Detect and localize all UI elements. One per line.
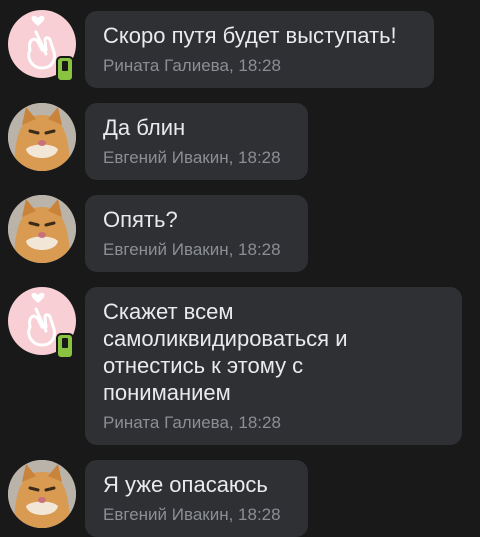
message-meta: Рината Галиева, 18:28 (103, 56, 281, 75)
message-text: Да блин (103, 115, 186, 140)
message-meta: Евгений Ивакин, 18:28 (103, 148, 281, 167)
cat-photo (8, 460, 76, 528)
message-text: Опять? (103, 207, 178, 232)
mobile-online-icon (56, 333, 74, 359)
cat-photo (8, 103, 76, 171)
message-meta: Евгений Ивакин, 18:28 (103, 505, 281, 524)
message-bubble[interactable]: Скажет всем самоликвидироваться и отнест… (85, 287, 462, 445)
message-text: Скажет всем самоликвидироваться и отнест… (103, 299, 348, 405)
message-bubble[interactable]: Я уже опасаюсь Евгений Ивакин, 18:28 (85, 460, 308, 537)
message-meta: Евгений Ивакин, 18:28 (103, 240, 281, 259)
mobile-online-icon (56, 56, 74, 82)
cat-photo (8, 195, 76, 263)
message-bubble[interactable]: Да блин Евгений Ивакин, 18:28 (85, 103, 308, 180)
message-text: Я уже опасаюсь (103, 472, 268, 497)
message-text: Скоро путя будет выступать! (103, 23, 397, 48)
message-bubble[interactable]: Опять? Евгений Ивакин, 18:28 (85, 195, 308, 272)
message-meta: Рината Галиева, 18:28 (103, 413, 281, 432)
avatar-evgeny[interactable] (8, 195, 76, 263)
avatar-evgeny[interactable] (8, 460, 76, 528)
message-bubble[interactable]: Скоро путя будет выступать! Рината Галие… (85, 11, 434, 88)
avatar-evgeny[interactable] (8, 103, 76, 171)
